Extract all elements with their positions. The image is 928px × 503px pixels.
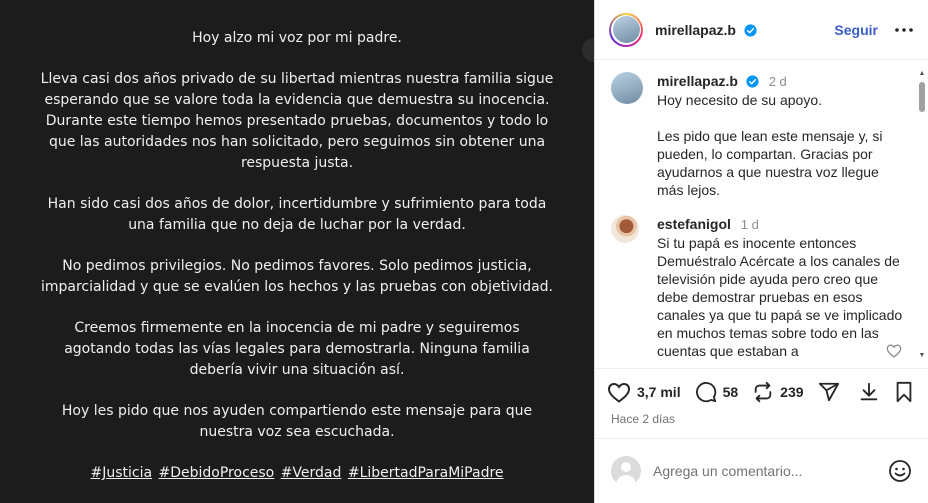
comments-scrollbar[interactable]: ▲ ▼ xyxy=(918,70,926,360)
next-image-button[interactable] xyxy=(582,38,594,62)
hashtag: #DebidoProceso xyxy=(158,465,275,481)
post-paragraph: No pedimos privilegios. No pedimos favor… xyxy=(40,258,554,295)
scroll-thumb[interactable] xyxy=(919,82,925,112)
comment-body: mirellapaz.b 2 d Hoy necesito de su apoy… xyxy=(657,72,909,199)
add-comment-bar xyxy=(595,438,928,503)
repost-icon xyxy=(754,381,772,403)
post-hashtags: #Justicia #DebidoProceso #Verdad #Libert… xyxy=(40,463,554,484)
comment-like-icon[interactable] xyxy=(886,343,902,358)
scroll-down-icon[interactable]: ▼ xyxy=(918,352,926,360)
comment-username-text: mirellapaz.b xyxy=(657,73,738,89)
post-paragraph: Hoy les pido que nos ayuden compartiendo… xyxy=(61,403,533,440)
comment-time: 2 d xyxy=(768,74,787,89)
comment-text: Si tu papá es inocente entonces Demuéstr… xyxy=(657,235,903,359)
comment-avatar[interactable] xyxy=(611,72,643,104)
comment-text: Hoy necesito de su apoyo. Les pido que l… xyxy=(657,92,883,198)
current-user-avatar xyxy=(611,456,641,486)
hashtag: #Verdad xyxy=(280,465,342,481)
avatar xyxy=(612,16,640,43)
comment-time: 1 d xyxy=(740,217,759,232)
likes-count[interactable]: 3,7 mil xyxy=(637,384,681,400)
reposts-count: 239 xyxy=(780,384,804,400)
hashtag: #LibertadParaMiPadre xyxy=(347,465,504,481)
comment-username[interactable]: mirellapaz.b xyxy=(657,73,763,89)
post-image-text: Hoy alzo mi voz por mi padre. Lleva casi… xyxy=(40,28,554,503)
comment-username[interactable]: estefanigol xyxy=(657,216,731,232)
post-header: mirellapaz.b Seguir xyxy=(595,0,928,60)
post-paragraph: Lleva casi dos años privado de su libert… xyxy=(40,71,554,171)
caption-comment: mirellapaz.b 2 d Hoy necesito de su apoy… xyxy=(595,72,928,199)
comments-count: 58 xyxy=(722,384,739,400)
follow-button[interactable]: Seguir xyxy=(834,22,878,38)
action-bar: 3,7 mil 58 239 xyxy=(607,376,920,408)
repost-button[interactable]: 239 xyxy=(752,381,804,403)
like-button[interactable]: 3,7 mil xyxy=(607,381,681,403)
comment-item: estefanigol 1 d Si tu papá es inocente e… xyxy=(595,215,928,360)
post-side-panel: mirellapaz.b Seguir mirellapaz.b 2 d Hoy… xyxy=(594,0,928,503)
verified-badge-icon xyxy=(746,75,759,88)
avatar-frame xyxy=(611,14,641,45)
post-image[interactable]: Hoy alzo mi voz por mi padre. Lleva casi… xyxy=(0,0,594,503)
post-paragraph: Han sido casi dos años de dolor, incerti… xyxy=(47,196,547,233)
comment-avatar[interactable] xyxy=(611,215,639,243)
comment-icon xyxy=(695,382,716,403)
comment-body: estefanigol 1 d Si tu papá es inocente e… xyxy=(657,215,909,360)
emoji-icon[interactable] xyxy=(888,459,912,483)
hashtag: #Justicia xyxy=(90,465,153,481)
post-paragraph: Hoy alzo mi voz por mi padre. xyxy=(192,30,402,46)
post-paragraph: Creemos firmemente en la inocencia de mi… xyxy=(64,320,530,378)
bookmark-icon xyxy=(896,381,912,403)
header-username-text: mirellapaz.b xyxy=(655,21,736,38)
comment-input[interactable] xyxy=(651,462,880,480)
download-button[interactable] xyxy=(858,381,880,403)
comments-list[interactable]: mirellapaz.b 2 d Hoy necesito de su apoy… xyxy=(595,60,928,369)
comment-button[interactable]: 58 xyxy=(695,381,739,403)
download-icon xyxy=(860,382,878,401)
save-button[interactable] xyxy=(894,381,914,403)
share-button[interactable] xyxy=(818,381,840,403)
header-username[interactable]: mirellapaz.b xyxy=(655,22,757,38)
post-timestamp[interactable]: Hace 2 días xyxy=(611,412,675,426)
instagram-post-view: Hoy alzo mi voz por mi padre. Lleva casi… xyxy=(0,0,928,503)
heart-icon xyxy=(607,382,631,403)
more-options-icon[interactable] xyxy=(894,27,914,32)
scroll-up-icon[interactable]: ▲ xyxy=(918,70,926,78)
story-avatar[interactable] xyxy=(609,12,643,47)
send-icon xyxy=(818,382,839,402)
verified-badge-icon xyxy=(744,23,757,37)
